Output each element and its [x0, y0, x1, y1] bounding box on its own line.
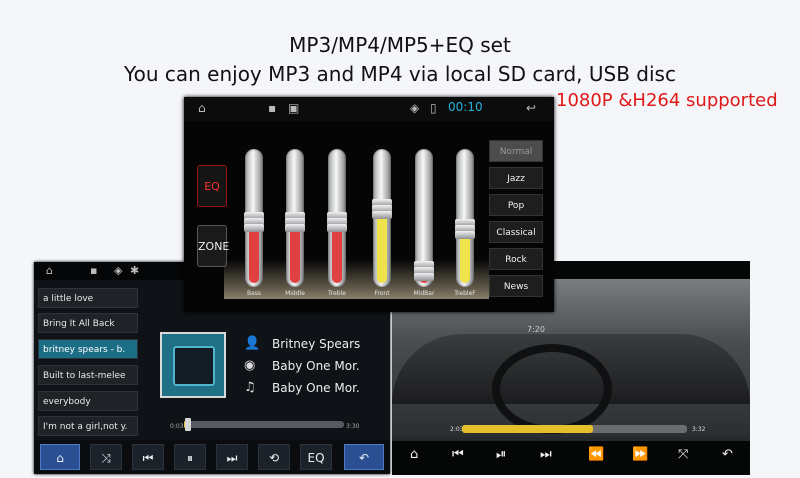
eq-band-label: Middle: [285, 290, 305, 297]
artist-icon: 👤: [244, 336, 261, 351]
eq-band-label: MidBar: [413, 290, 435, 297]
song-item[interactable]: everybody: [38, 391, 138, 411]
bluetooth-icon: ✱: [130, 264, 140, 277]
eq-level-fill: [377, 211, 387, 283]
track-name: Baby One Mor.: [272, 381, 360, 395]
back-icon[interactable]: ↩: [526, 101, 536, 115]
artist-name: Britney Spears: [272, 337, 361, 351]
album-icon: ◉: [244, 358, 256, 373]
previous-button[interactable]: ⏮: [132, 444, 164, 470]
status-time: 00:10: [448, 100, 483, 114]
next-button[interactable]: ⏭: [216, 444, 248, 470]
location-icon: ◈: [410, 101, 420, 115]
song-item[interactable]: Built to last-melee: [38, 365, 138, 385]
eq-slider-knob[interactable]: [372, 211, 392, 219]
back-icon[interactable]: ↶: [722, 447, 733, 462]
home-icon[interactable]: ⌂: [410, 447, 418, 462]
music-progress-bar[interactable]: [184, 418, 344, 431]
video-controls: ⌂ ⏮ ⏯ ⏭ ⏪ ⏩ ⤧ ↶: [392, 441, 750, 475]
eq-status-bar: ⌂ ▪ ▣ ◈ ▯ 00:10 ↩: [184, 97, 554, 121]
song-item-active[interactable]: britney spears - b.: [38, 339, 138, 359]
preset-jazz[interactable]: Jazz: [489, 167, 543, 189]
preset-normal[interactable]: Normal: [489, 140, 543, 162]
eq-tab[interactable]: EQ: [197, 165, 227, 207]
next-icon[interactable]: ⏭: [540, 447, 552, 462]
preset-pop[interactable]: Pop: [489, 194, 543, 216]
preset-classical[interactable]: Classical: [489, 221, 543, 243]
play-pause-icon[interactable]: ⏯: [496, 447, 506, 462]
song-item[interactable]: a little love: [38, 288, 138, 308]
eq-level-fill: [332, 224, 342, 283]
eq-slider-knob[interactable]: [327, 224, 347, 232]
music-controls: ⌂ ⤨ ⏮ ⏸ ⏭ ⟲ EQ ↶: [34, 440, 390, 474]
eq-slider-knob[interactable]: [455, 231, 475, 239]
song-item[interactable]: Bring It All Back: [38, 313, 138, 333]
eq-level-fill: [290, 224, 300, 283]
pause-button[interactable]: ⏸: [174, 444, 206, 470]
eq-band-label: Treble: [328, 290, 346, 297]
lock-icon: ▣: [288, 101, 300, 115]
track-icon: ♫: [244, 380, 256, 395]
home-outline-icon[interactable]: ⌂: [198, 101, 206, 115]
video-progress-bar[interactable]: [462, 425, 687, 433]
headline-title: MP3/MP4/MP5+EQ set: [289, 33, 511, 57]
rewind-icon[interactable]: ⏪: [588, 447, 604, 462]
eq-band-label: Front: [374, 290, 390, 297]
preset-rock[interactable]: Rock: [489, 248, 543, 270]
eq-slider-middle[interactable]: [285, 149, 305, 287]
video-progress-fill: [462, 425, 593, 433]
image-icon: ▪: [268, 101, 277, 115]
fullscreen-icon[interactable]: ⤧: [678, 447, 688, 462]
album-art: [160, 332, 226, 398]
eq-slider-knob[interactable]: [244, 224, 264, 232]
preset-news[interactable]: News: [489, 275, 543, 297]
home-button[interactable]: ⌂: [40, 444, 80, 470]
back-button[interactable]: ↶: [344, 444, 384, 470]
video-total-time: 3:32: [692, 426, 706, 433]
eq-band-label: TrebleF: [454, 290, 476, 297]
format-support-note: 1080P &H264 supported: [556, 90, 778, 111]
previous-icon[interactable]: ⏮: [452, 447, 464, 462]
location-icon: ◈: [114, 264, 123, 277]
battery-icon: ▯: [430, 101, 437, 115]
repeat-button[interactable]: ⟲: [258, 444, 290, 470]
headline-subtitle: You can enjoy MP3 and MP4 via local SD c…: [124, 62, 676, 86]
dashboard-clock: 7:20: [527, 325, 545, 334]
elapsed-time: 0:03: [170, 423, 184, 430]
eq-level-fill: [249, 224, 259, 283]
eq-slider-treble[interactable]: [327, 149, 347, 287]
steering-wheel-image: [492, 344, 612, 434]
music-progress-knob[interactable]: [185, 418, 191, 431]
eq-slider-treblef[interactable]: [455, 149, 475, 287]
eq-band-label: Bass: [246, 290, 262, 297]
eq-button[interactable]: EQ: [300, 444, 332, 470]
home-outline-icon[interactable]: ⌂: [46, 264, 53, 277]
image-icon: ▪: [90, 264, 98, 277]
fast-forward-icon[interactable]: ⏩: [632, 447, 648, 462]
music-folder-icon: [173, 346, 215, 386]
song-item[interactable]: I'm not a girl,not y.: [38, 416, 138, 436]
eq-slider-bass[interactable]: [244, 149, 264, 287]
zone-tab[interactable]: ZONE: [197, 225, 229, 267]
shuffle-button[interactable]: ⤨: [90, 444, 122, 470]
album-name: Baby One Mor.: [272, 359, 360, 373]
eq-slider-knob[interactable]: [285, 224, 305, 232]
eq-slider-midbar[interactable]: [414, 149, 434, 287]
eq-slider-front[interactable]: [372, 149, 392, 287]
eq-slider-knob[interactable]: [414, 273, 434, 281]
total-time: 3:30: [346, 423, 360, 430]
eq-settings-screen: ⌂ ▪ ▣ ◈ ▯ 00:10 ↩ EQ ZONE Bass Middle Treb…: [184, 97, 554, 312]
